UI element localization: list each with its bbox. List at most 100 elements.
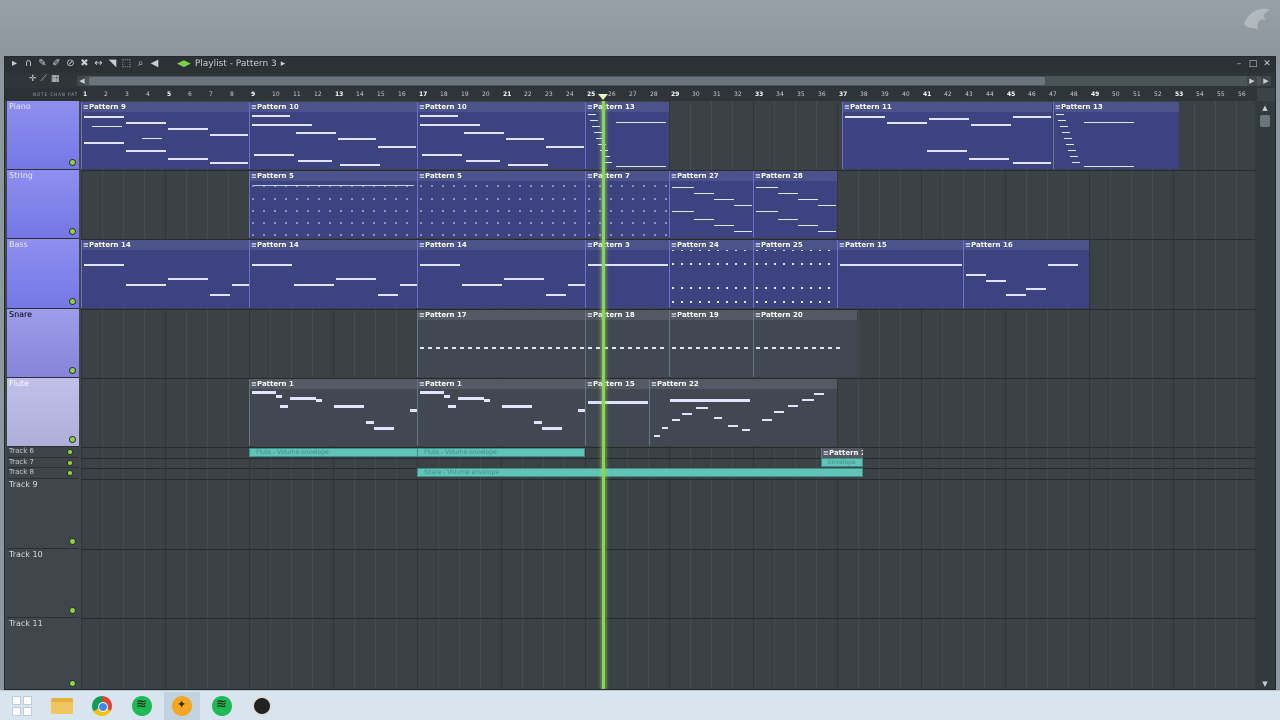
draw-tool-icon[interactable]: ✎ — [37, 58, 48, 70]
track-header-track8[interactable]: Track 8 — [7, 468, 79, 479]
taskbar-obs[interactable] — [244, 692, 280, 720]
close-icon[interactable]: ✕ — [1262, 58, 1272, 70]
track-led-icon[interactable] — [69, 538, 76, 545]
pattern-clip[interactable]: Pattern 1 — [249, 379, 417, 446]
minimize-icon[interactable]: – — [1234, 58, 1244, 70]
pattern-clip[interactable]: Pattern 11 — [842, 102, 1052, 169]
pattern-clip[interactable]: Pattern 13 — [1053, 102, 1179, 169]
play-arrow-icon[interactable]: ▸ — [9, 58, 20, 70]
pattern-clip[interactable]: Pattern 16 — [963, 240, 1089, 308]
pattern-clip[interactable]: Pattern 5 — [249, 171, 417, 238]
slice-tool-icon[interactable]: ◥ — [107, 58, 118, 70]
track-led-icon[interactable] — [69, 159, 76, 166]
track-led-icon[interactable] — [69, 228, 76, 235]
track-header-flute[interactable]: Flute — [7, 378, 79, 447]
taskbar-spotify-2[interactable] — [204, 692, 240, 720]
automation-clip[interactable]: Envelope — [821, 458, 863, 467]
clip-label: Pattern 15 — [586, 379, 649, 389]
vertical-scroll-thumb[interactable] — [1260, 115, 1270, 127]
track-header-track9[interactable]: Track 9 — [7, 479, 79, 549]
scroll-down-icon[interactable]: ▼ — [1260, 679, 1270, 689]
pattern-clip[interactable]: Pattern 27 — [669, 171, 753, 238]
slip-tool-icon[interactable]: ↔ — [93, 58, 104, 70]
paint-tool-icon[interactable]: ✐ — [51, 58, 62, 70]
ruler-tick: 13 — [335, 91, 344, 98]
playlist-grid[interactable]: Pattern 9 Pattern 10 Pattern 10 Pattern … — [81, 101, 1257, 689]
track-header-track11[interactable]: Track 11 — [7, 618, 79, 689]
pattern-clip[interactable]: Pattern 28 — [753, 171, 837, 238]
pattern-clip[interactable]: Pattern 14 — [249, 240, 417, 308]
taskbar-fl-studio[interactable] — [164, 691, 200, 720]
maximize-icon[interactable]: □ — [1248, 58, 1258, 70]
track-header-bass[interactable]: Bass — [7, 239, 79, 309]
vertical-scrollbar[interactable]: ▲ ▼ — [1255, 101, 1275, 689]
keyboard-icon[interactable]: ▦ — [51, 74, 60, 84]
track-header-piano[interactable]: Piano — [7, 101, 79, 170]
delete-tool-icon[interactable]: ⊘ — [65, 58, 76, 70]
track-led-icon[interactable] — [67, 449, 73, 455]
pattern-clip[interactable]: Pattern 19 — [669, 310, 753, 377]
track-led-icon[interactable] — [69, 298, 76, 305]
horizontal-scroll-thumb[interactable] — [89, 77, 1045, 85]
pattern-clip[interactable]: Pattern 1 — [417, 379, 585, 446]
playhead-marker-icon[interactable] — [598, 94, 608, 100]
track-led-icon[interactable] — [69, 607, 76, 614]
pattern-clip[interactable]: Pattern 22 — [649, 379, 837, 446]
scroll-up-icon[interactable]: ▲ — [1260, 103, 1270, 113]
pattern-clip[interactable]: Pattern 18 — [585, 310, 669, 377]
zoom-tool-icon[interactable]: ⌕ — [135, 58, 146, 70]
scroll-end-icon[interactable]: ▶ — [1261, 76, 1271, 86]
track-led-icon[interactable] — [69, 680, 76, 687]
playhead[interactable] — [602, 101, 605, 689]
select-tool-icon[interactable]: ⬚ — [121, 58, 132, 70]
track-header-string[interactable]: String — [7, 170, 79, 239]
horizontal-scrollbar[interactable] — [85, 76, 1261, 86]
track-header-track7[interactable]: Track 7 — [7, 458, 79, 468]
track-name: Track 8 — [9, 468, 34, 476]
pattern-clip[interactable]: Pattern 5 — [417, 171, 585, 238]
row-divider — [81, 479, 1257, 480]
playback-tool-icon[interactable]: ◀ — [149, 58, 160, 70]
pattern-clip[interactable]: Pattern 14 — [81, 240, 249, 308]
track-header-snare[interactable]: Snare — [7, 309, 79, 378]
arrows-icon[interactable]: ✛ — [29, 74, 37, 84]
pattern-clip[interactable]: Pattern 15 — [585, 379, 649, 446]
pattern-clip[interactable]: Pattern 14 — [417, 240, 585, 308]
start-button[interactable] — [4, 692, 40, 720]
track-name: Track 11 — [9, 619, 43, 628]
timeline-ruler[interactable]: 1 2 3 4 5 6 7 8 9 10 11 12 13 14 15 16 17 18 19 20 21 22 23 24 2… — [81, 88, 1257, 101]
playlist-title-area[interactable]: ◀▶ Playlist - Pattern 3 ▸ — [177, 59, 285, 69]
magnet-icon[interactable]: ∩ — [23, 58, 34, 70]
pattern-clip[interactable]: Pattern 10 — [249, 102, 417, 169]
pattern-clip[interactable]: Pattern 10 — [417, 102, 585, 169]
taskbar-explorer[interactable] — [44, 692, 80, 720]
taskbar-chrome[interactable] — [84, 692, 120, 720]
track-led-icon[interactable] — [69, 367, 76, 374]
track-led-icon[interactable] — [67, 460, 73, 466]
automation-clip[interactable]: Snare - Volume envelope — [417, 468, 863, 477]
pattern-clip[interactable]: Pattern 15 — [837, 240, 963, 308]
pattern-clip[interactable]: Pattern 20 — [753, 310, 857, 377]
pattern-clip[interactable]: Pattern 25 — [753, 240, 837, 308]
clip-label: Pattern 1 — [250, 379, 417, 389]
pattern-clip[interactable]: Pattern 7 — [585, 171, 669, 238]
taskbar-spotify[interactable] — [124, 692, 160, 720]
track-header-track6[interactable]: Track 6 — [7, 447, 79, 458]
pattern-clip[interactable]: Pattern 29 — [821, 448, 863, 458]
scroll-right-icon[interactable]: ▶ — [1247, 76, 1257, 86]
track-led-icon[interactable] — [69, 436, 76, 443]
track-header-track10[interactable]: Track 10 — [7, 549, 79, 618]
pattern-clip[interactable]: Pattern 3 — [585, 240, 669, 308]
pattern-clip[interactable]: Pattern 17 — [417, 310, 585, 377]
track-led-icon[interactable] — [67, 470, 73, 476]
pattern-clip[interactable]: Pattern 13 — [585, 102, 669, 169]
clip-label: Pattern 28 — [754, 171, 837, 181]
diagonal-icon[interactable]: ⟋ — [41, 74, 47, 84]
mute-tool-icon[interactable]: ✖ — [79, 58, 90, 70]
pattern-clip[interactable]: Pattern 9 — [81, 102, 249, 169]
pattern-clip[interactable]: Pattern 24 — [669, 240, 753, 308]
title-chevron-icon[interactable]: ▸ — [281, 59, 286, 69]
ruler-tick: 26 — [608, 91, 616, 98]
clip-notes — [588, 401, 648, 404]
automation-clip[interactable]: Flute - Volume envelope — [417, 448, 585, 457]
